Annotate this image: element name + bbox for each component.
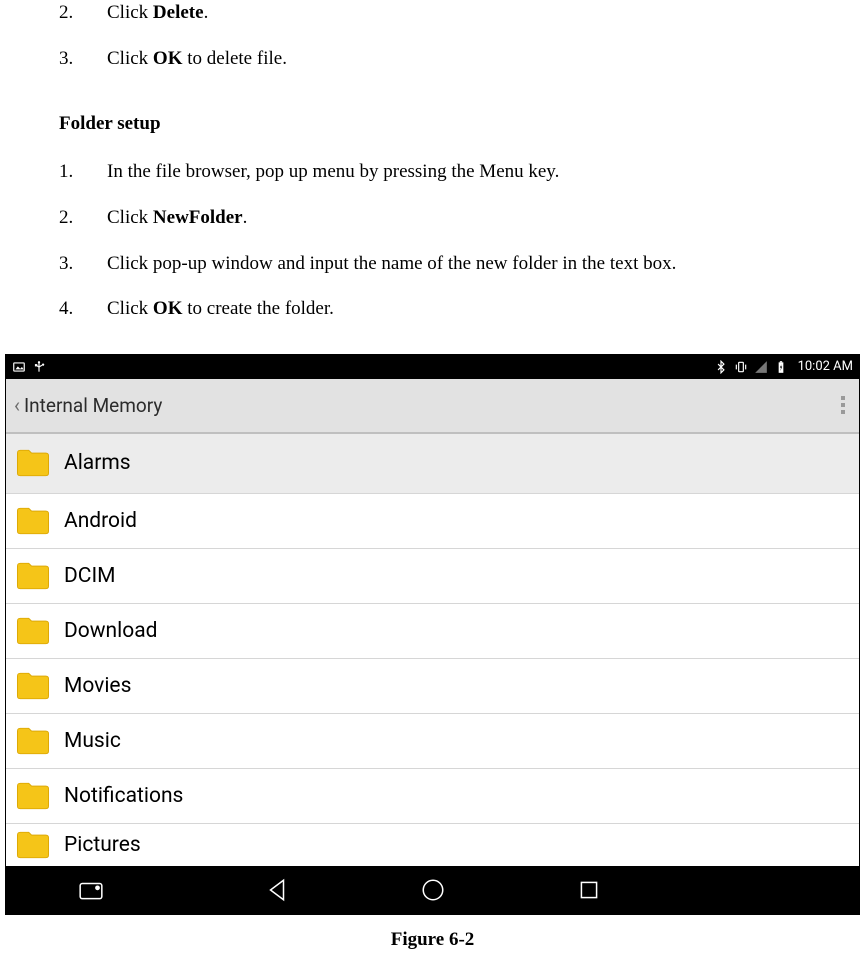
no-sim-icon <box>754 360 768 374</box>
folder-icon <box>16 781 50 811</box>
overflow-menu-icon[interactable] <box>835 390 851 420</box>
list-item: 4. Click OK to create the folder. <box>59 296 806 322</box>
delete-steps-list: 2. Click Delete. 3. Click OK to delete f… <box>59 0 806 71</box>
document-body: 2. Click Delete. 3. Click OK to delete f… <box>0 0 865 354</box>
step-number: 2. <box>59 0 107 26</box>
back-chevron-icon[interactable]: ‹ <box>14 393 20 417</box>
step-text: Click pop-up window and input the name o… <box>107 251 676 277</box>
back-button[interactable] <box>264 877 290 903</box>
bluetooth-icon <box>714 360 728 374</box>
folder-icon <box>16 448 50 478</box>
folder-icon <box>16 506 50 536</box>
folder-steps-list: 1. In the file browser, pop up menu by p… <box>59 159 806 322</box>
step-text: Click NewFolder. <box>107 205 247 231</box>
list-item[interactable]: Android <box>6 494 859 549</box>
section-heading: Folder setup <box>59 113 806 135</box>
figure-caption: Figure 6-2 <box>0 929 865 951</box>
folder-icon <box>16 616 50 646</box>
list-item[interactable]: DCIM <box>6 549 859 604</box>
status-left <box>12 360 46 374</box>
step-number: 4. <box>59 296 107 322</box>
status-right: 10:02 AM <box>714 359 853 374</box>
file-list: Alarms Android DCIM Download Movies <box>6 434 859 866</box>
folder-label: Movies <box>64 674 131 698</box>
list-item: 3. Click OK to delete file. <box>59 46 806 72</box>
recents-button[interactable] <box>576 877 602 903</box>
list-item[interactable]: Notifications <box>6 769 859 824</box>
screenshot-icon[interactable] <box>78 877 104 903</box>
status-clock: 10:02 AM <box>798 359 853 374</box>
list-item[interactable]: Pictures <box>6 824 859 866</box>
vibrate-icon <box>734 360 748 374</box>
list-item[interactable]: Movies <box>6 659 859 714</box>
battery-charging-icon <box>774 360 788 374</box>
list-item[interactable]: Alarms <box>6 434 859 494</box>
folder-label: DCIM <box>64 564 116 588</box>
step-number: 3. <box>59 46 107 72</box>
folder-label: Notifications <box>64 784 183 808</box>
step-text: Click Delete. <box>107 0 208 26</box>
step-text: Click OK to create the folder. <box>107 296 334 322</box>
list-item[interactable]: Download <box>6 604 859 659</box>
step-text: In the file browser, pop up menu by pres… <box>107 159 559 185</box>
list-item: 1. In the file browser, pop up menu by p… <box>59 159 806 185</box>
step-number: 2. <box>59 205 107 231</box>
list-item: 2. Click NewFolder. <box>59 205 806 231</box>
list-item: 2. Click Delete. <box>59 0 806 26</box>
folder-icon <box>16 561 50 591</box>
android-screenshot: 10:02 AM ‹ Internal Memory Alarms Androi… <box>5 354 860 915</box>
home-button[interactable] <box>420 877 446 903</box>
step-number: 3. <box>59 251 107 277</box>
navigation-bar <box>6 866 859 914</box>
folder-label: Download <box>64 619 158 643</box>
status-bar: 10:02 AM <box>6 355 859 379</box>
step-number: 1. <box>59 159 107 185</box>
usb-debug-icon <box>32 360 46 374</box>
list-item[interactable]: Music <box>6 714 859 769</box>
folder-label: Music <box>64 729 121 753</box>
list-item: 3. Click pop-up window and input the nam… <box>59 251 806 277</box>
folder-icon <box>16 830 50 860</box>
folder-label: Android <box>64 509 137 533</box>
folder-label: Alarms <box>64 451 131 475</box>
folder-icon <box>16 726 50 756</box>
folder-icon <box>16 671 50 701</box>
screen-title[interactable]: Internal Memory <box>24 394 162 417</box>
image-icon <box>12 360 26 374</box>
action-bar: ‹ Internal Memory <box>6 379 859 434</box>
step-text: Click OK to delete file. <box>107 46 287 72</box>
folder-label: Pictures <box>64 833 141 857</box>
